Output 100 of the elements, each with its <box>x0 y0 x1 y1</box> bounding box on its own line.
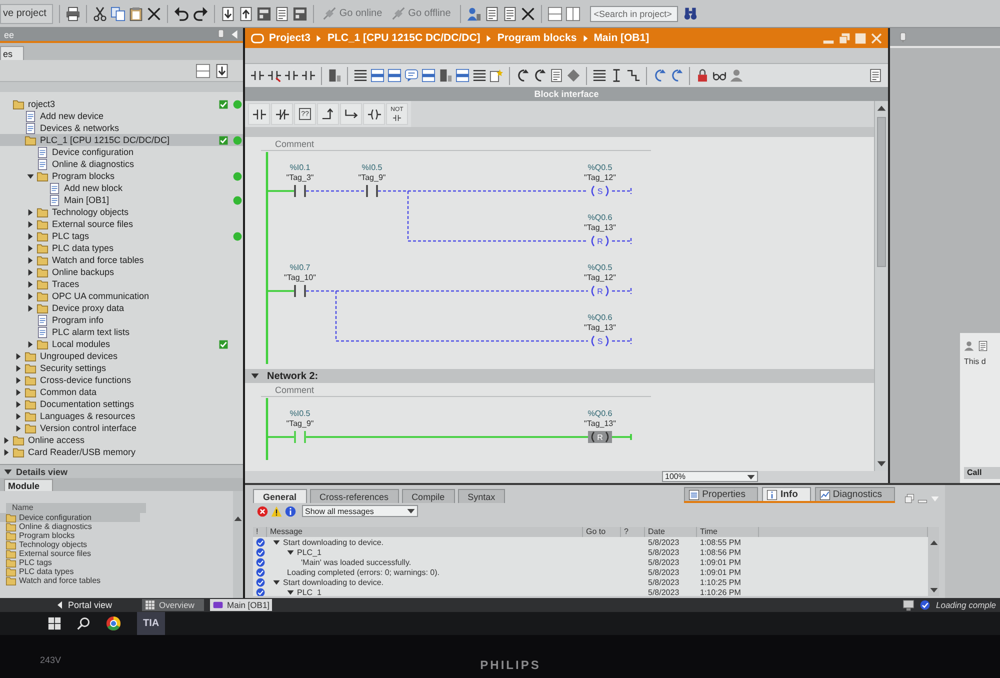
cross-icon[interactable] <box>520 6 535 20</box>
tree-item[interactable]: Ungrouped devices <box>0 350 243 362</box>
device-icon[interactable] <box>257 6 272 20</box>
list-icon[interactable] <box>354 69 367 82</box>
scroll-thumb[interactable] <box>877 117 886 267</box>
restore-icon[interactable] <box>905 494 914 503</box>
coil[interactable]: S <box>591 186 609 196</box>
tree-item[interactable]: Card Reader/USB memory <box>0 446 243 458</box>
tree-item[interactable]: Online backups <box>0 266 243 278</box>
network-header[interactable]: Network 2: <box>245 369 874 383</box>
caret-down-icon[interactable] <box>407 507 415 515</box>
person-icon[interactable] <box>730 69 743 82</box>
tree-item[interactable]: PLC data types <box>0 242 243 254</box>
tab[interactable]: Compile <box>402 489 455 503</box>
tab[interactable]: Diagnostics <box>814 487 895 501</box>
page-arrow-icon[interactable] <box>215 64 229 78</box>
tree-item[interactable]: Documentation settings <box>0 398 243 410</box>
tree-item[interactable]: Add new device <box>0 110 243 122</box>
search-field[interactable]: <Search in project> <box>590 6 678 22</box>
tree-item[interactable]: PLC tags <box>0 230 243 242</box>
search-icon[interactable] <box>77 617 90 630</box>
page-lines-icon[interactable] <box>978 341 988 351</box>
contact-symbol[interactable] <box>366 185 378 197</box>
caret-right-icon[interactable] <box>15 400 22 408</box>
list-item[interactable]: Watch and force tables <box>0 576 140 585</box>
instruction-button[interactable] <box>248 103 270 125</box>
caret-down-icon[interactable] <box>877 459 886 468</box>
bar-list-icon[interactable] <box>388 69 401 82</box>
tree-item[interactable]: PLC alarm text lists <box>0 326 243 338</box>
caret-down-icon[interactable] <box>27 172 34 180</box>
four-squares-icon[interactable] <box>48 617 61 630</box>
list-item[interactable]: Technology objects <box>0 540 140 549</box>
column-header[interactable]: Time <box>697 527 759 537</box>
instruction-button[interactable] <box>271 103 293 125</box>
caret-right-icon[interactable] <box>15 352 22 360</box>
caret-left-icon[interactable] <box>230 30 239 39</box>
comment-field[interactable]: Comment <box>261 383 651 397</box>
list-item[interactable]: External source files <box>0 549 140 558</box>
caret-right-icon[interactable] <box>27 268 34 276</box>
column-header[interactable]: Message <box>267 527 583 537</box>
instruction-button[interactable] <box>363 103 385 125</box>
contact-icon[interactable] <box>302 69 315 82</box>
tree-item[interactable]: Main [OB1] <box>0 194 243 206</box>
portal-view-button[interactable]: Portal view <box>56 600 112 610</box>
caret-right-icon[interactable] <box>15 376 22 384</box>
list-icon[interactable] <box>473 69 486 82</box>
filter-dropdown[interactable]: Show all messages <box>302 505 418 517</box>
caret-up-icon[interactable] <box>877 104 886 113</box>
caret-right-icon[interactable] <box>27 340 34 348</box>
taskbar-app-button[interactable]: TIA <box>137 612 166 635</box>
save-project-button[interactable]: ve project <box>0 4 54 24</box>
block-icon[interactable] <box>439 69 452 82</box>
zoom-dropdown[interactable]: 100% <box>662 471 758 482</box>
error-icon[interactable] <box>257 506 268 516</box>
caret-down-icon[interactable] <box>930 586 938 594</box>
steps-icon[interactable] <box>627 69 640 82</box>
scissors-icon[interactable] <box>93 6 108 20</box>
tree-item[interactable]: Online access <box>0 434 243 446</box>
tree-item[interactable]: Languages & resources <box>0 410 243 422</box>
column-header[interactable]: ! <box>253 527 267 537</box>
person-icon[interactable] <box>964 341 974 351</box>
window-columns-icon[interactable] <box>566 6 580 20</box>
comment-field[interactable]: Comment <box>261 137 651 151</box>
caret-down-icon[interactable] <box>251 372 259 380</box>
tab[interactable]: es <box>0 46 24 60</box>
undo-icon[interactable] <box>174 6 190 21</box>
tab-icon[interactable] <box>251 32 264 44</box>
tree-item[interactable]: Online & diagnostics <box>0 158 243 170</box>
caret-right-icon[interactable] <box>15 388 22 396</box>
tree-item[interactable]: OPC UA communication <box>0 290 243 302</box>
caret-right-icon[interactable] <box>27 292 34 300</box>
tree-item[interactable]: Cross-device functions <box>0 374 243 386</box>
curved-arrow-icon[interactable] <box>516 69 529 82</box>
caret-right-icon[interactable] <box>27 232 34 240</box>
tab[interactable]: Info <box>762 487 811 501</box>
caret-down-icon[interactable] <box>287 548 294 556</box>
cross-icon[interactable] <box>147 6 162 20</box>
tree-item[interactable]: External source files <box>0 218 243 230</box>
caret-right-icon[interactable] <box>27 304 34 312</box>
page-lines-icon[interactable] <box>502 6 517 20</box>
bar-list-icon[interactable] <box>456 69 469 82</box>
curved-arrow-icon[interactable] <box>533 69 546 82</box>
tree-item[interactable]: Common data <box>0 386 243 398</box>
tree-item[interactable]: Version control interface <box>0 422 243 434</box>
coil[interactable]: S <box>591 336 609 346</box>
tab[interactable]: Properties <box>684 487 758 501</box>
tree-item[interactable]: Security settings <box>0 362 243 374</box>
tree-item[interactable]: Device proxy data <box>0 302 243 314</box>
clipboard-icon[interactable] <box>129 6 144 20</box>
caret-right-icon[interactable] <box>27 208 34 216</box>
list-item[interactable]: PLC data types <box>0 567 140 576</box>
contact-icon[interactable] <box>268 69 281 82</box>
coil[interactable]: R <box>591 236 609 246</box>
contact-symbol[interactable] <box>294 285 306 297</box>
list-item[interactable]: Online & diagnostics <box>0 522 140 531</box>
tab[interactable]: Overview <box>142 599 204 611</box>
tree-item[interactable]: Technology objects <box>0 206 243 218</box>
caret-down-icon[interactable] <box>287 588 294 596</box>
pin-icon[interactable] <box>216 29 226 40</box>
tree-item[interactable]: Devices & networks <box>0 122 243 134</box>
